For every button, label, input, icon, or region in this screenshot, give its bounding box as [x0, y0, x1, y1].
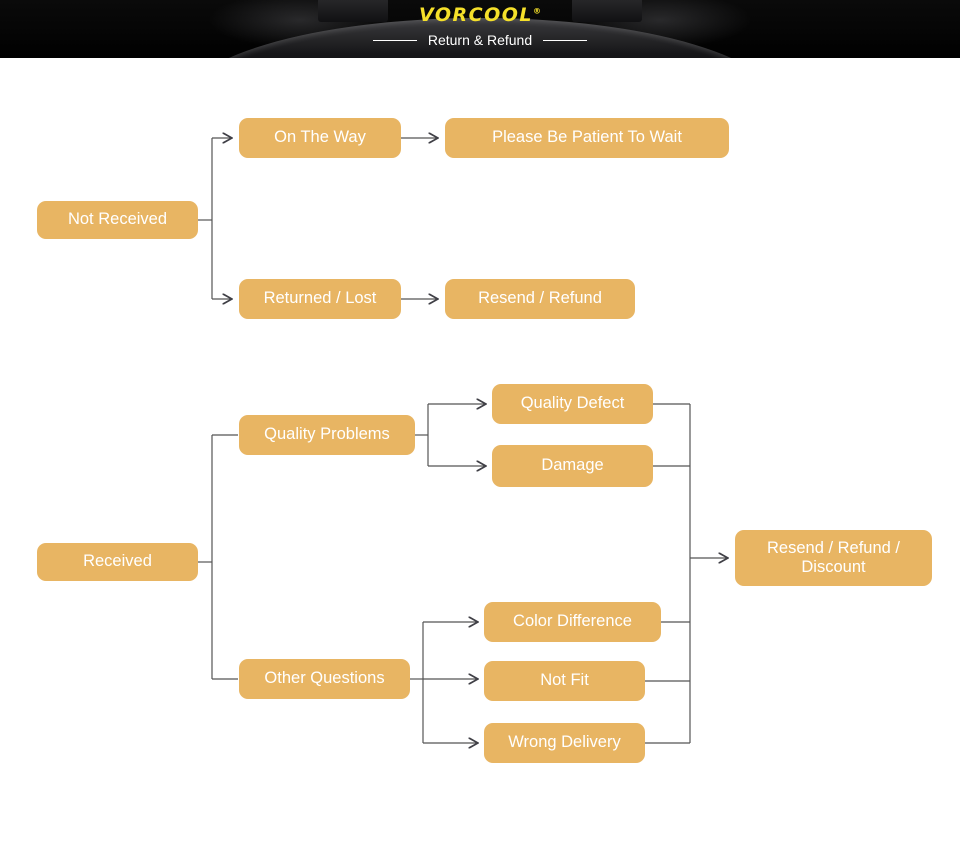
node-label: Returned / Lost	[263, 289, 377, 308]
banner-rule-right	[543, 39, 588, 41]
node-label: Not Received	[67, 210, 168, 229]
node-other-questions[interactable]: Other Questions	[239, 659, 410, 699]
node-quality-problems[interactable]: Quality Problems	[239, 415, 415, 455]
node-color-difference[interactable]: Color Difference	[484, 602, 661, 642]
node-resend-refund-discount[interactable]: Resend / Refund / Discount	[735, 530, 932, 586]
node-quality-defect[interactable]: Quality Defect	[492, 384, 653, 424]
node-label: Resend / Refund / Discount	[767, 538, 900, 576]
node-please-be-patient-to-wait[interactable]: Please Be Patient To Wait	[445, 118, 729, 158]
node-received[interactable]: Received	[37, 543, 198, 581]
brand-logo-text: VORCOOL	[418, 4, 533, 26]
node-on-the-way[interactable]: On The Way	[239, 118, 401, 158]
registered-trademark-icon: ®	[533, 6, 541, 16]
flowchart-connectors	[198, 58, 960, 864]
brand-logo: VORCOOL®	[0, 4, 960, 26]
node-not-fit[interactable]: Not Fit	[484, 661, 645, 701]
node-label: Wrong Delivery	[508, 733, 621, 752]
node-not-received[interactable]: Not Received	[37, 201, 198, 239]
node-label: Received	[83, 552, 152, 571]
node-label: Other Questions	[264, 669, 385, 688]
node-label: Not Fit	[540, 671, 589, 690]
return-refund-flowchart: Not Received On The Way Please Be Patien…	[0, 58, 960, 864]
header-banner: VORCOOL® Return & Refund	[0, 0, 960, 58]
node-damage[interactable]: Damage	[492, 445, 653, 487]
node-label: Please Be Patient To Wait	[492, 128, 682, 147]
node-label: Resend / Refund	[478, 289, 602, 308]
banner-subtitle: Return & Refund	[0, 32, 960, 48]
node-wrong-delivery[interactable]: Wrong Delivery	[484, 723, 645, 763]
node-label: On The Way	[274, 128, 366, 147]
node-resend-refund[interactable]: Resend / Refund	[445, 279, 635, 319]
banner-rule-left	[372, 39, 417, 41]
node-label: Quality Defect	[520, 394, 625, 413]
node-label: Damage	[541, 456, 604, 475]
node-label: Quality Problems	[264, 425, 390, 444]
node-label: Color Difference	[513, 612, 632, 631]
node-returned-lost[interactable]: Returned / Lost	[239, 279, 401, 319]
banner-subtitle-text: Return & Refund	[427, 32, 533, 48]
